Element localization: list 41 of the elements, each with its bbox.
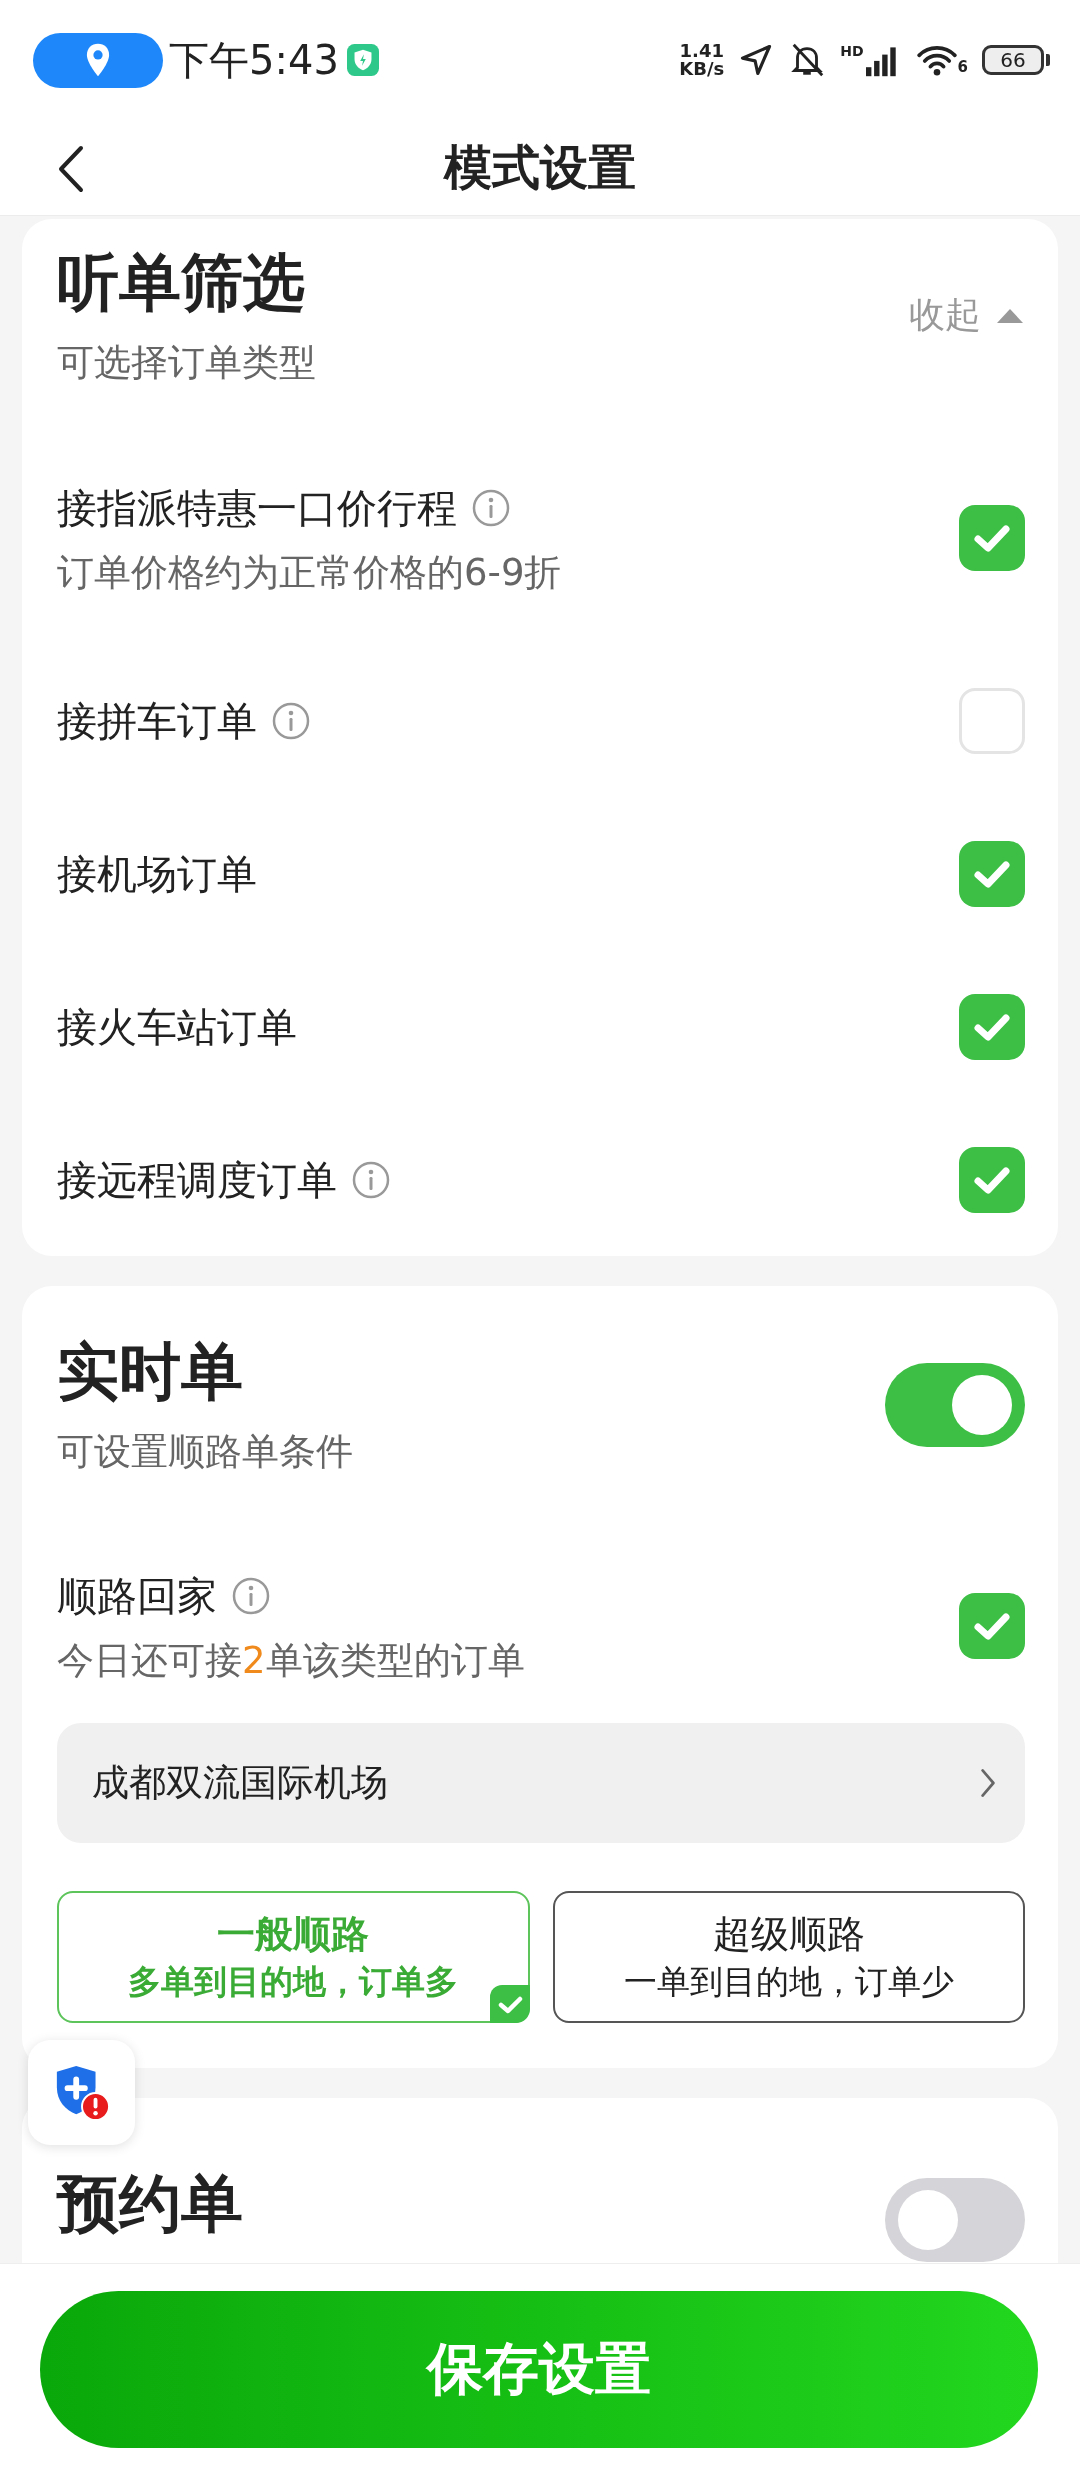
- chevron-right-icon: [979, 1766, 997, 1800]
- checkbox[interactable]: [959, 1593, 1025, 1659]
- option-note: 订单价格约为正常价格的6-9折: [57, 550, 562, 596]
- info-icon[interactable]: [271, 700, 311, 741]
- network-speed: 1.41 KB/s: [679, 42, 725, 78]
- checkbox[interactable]: [959, 993, 1025, 1060]
- route-option[interactable]: 一般顺路 多单到目的地，订单多: [57, 1891, 530, 2023]
- location-pin-icon: [84, 41, 112, 79]
- checkbox[interactable]: [959, 505, 1025, 571]
- checkbox[interactable]: [959, 1146, 1025, 1213]
- wifi-icon: [915, 44, 958, 76]
- wifi-label: 6: [957, 58, 968, 76]
- option-label: 顺路回家: [57, 1572, 217, 1621]
- clock-time: 下午5:43: [169, 35, 339, 85]
- option-label: 接远程调度订单: [57, 1155, 337, 1205]
- route-option[interactable]: 超级顺路 一单到目的地，订单少: [552, 1891, 1025, 2023]
- section-title: 预约单: [57, 2166, 243, 2242]
- info-icon[interactable]: [231, 1576, 271, 1616]
- option-label: 接指派特惠一口价行程: [57, 484, 457, 533]
- checkbox[interactable]: [959, 840, 1025, 907]
- section-title: 实时单: [57, 1334, 244, 1410]
- option-label: 接火车站订单: [57, 1002, 297, 1052]
- option-label: 接拼车订单: [57, 696, 257, 746]
- section-subtitle: 可选择订单类型: [57, 340, 316, 386]
- location-pill[interactable]: [33, 32, 163, 88]
- info-icon[interactable]: [351, 1159, 391, 1200]
- collapse-link[interactable]: 收起: [909, 291, 1025, 340]
- shield-icon: [346, 44, 379, 76]
- option-note: 今日还可接2单该类型的订单: [57, 1638, 525, 1684]
- section-subtitle: 可设置顺路单条件: [57, 1429, 353, 1475]
- option-label: 接机场订单: [57, 849, 257, 899]
- checkbox[interactable]: [959, 687, 1025, 754]
- hd-label: HD: [840, 43, 864, 59]
- check-badge-icon: [489, 1985, 530, 2023]
- info-icon[interactable]: [471, 488, 511, 528]
- save-button[interactable]: 保存设置: [40, 2291, 1038, 2448]
- battery-level: 66: [982, 45, 1044, 75]
- page-title: 模式设置: [444, 137, 636, 197]
- section-title: 听单筛选: [57, 245, 306, 321]
- destination-field[interactable]: 成都双流国际机场: [57, 1723, 1025, 1843]
- security-button[interactable]: [28, 2040, 135, 2145]
